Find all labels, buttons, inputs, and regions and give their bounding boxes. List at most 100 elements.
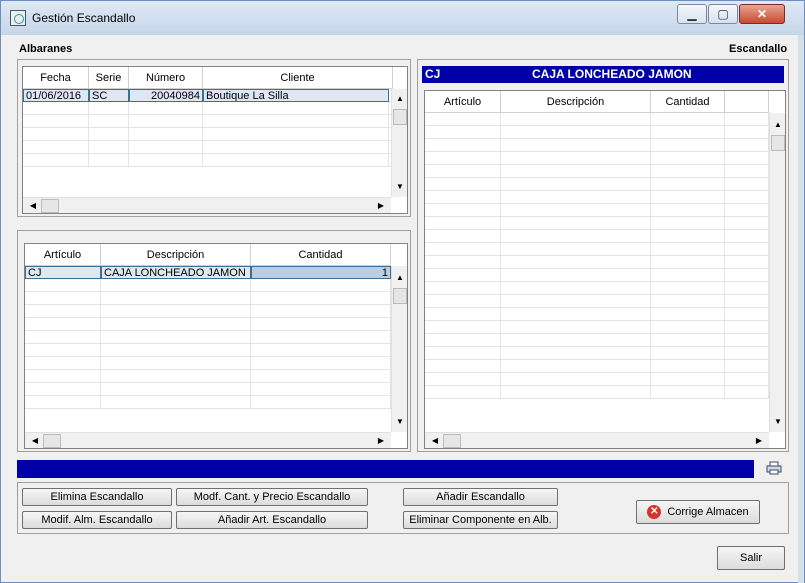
col-cliente[interactable]: Cliente (203, 67, 393, 89)
cell-cliente: Boutique La Silla (203, 89, 389, 102)
modif-alm-escandallo-button[interactable]: Modif. Alm. Escandallo (22, 511, 172, 529)
cell-cantidad: 1 (251, 266, 391, 279)
albaranes-frame: Fecha Serie Número Cliente 01/06/2016 SC… (17, 59, 411, 217)
escandallo-vscroll[interactable]: ▲ ▼ (769, 113, 785, 432)
col-cantidad[interactable]: Cantidad (251, 244, 391, 266)
cell-articulo: CJ (25, 266, 101, 279)
albaranes-grid-body: 01/06/2016 SC 20040984 Boutique La Silla (23, 89, 407, 213)
close-window-button[interactable]: ✕ (739, 4, 785, 24)
elimina-escandallo-button[interactable]: Elimina Escandallo (22, 488, 172, 506)
table-row[interactable]: 01/06/2016 SC 20040984 Boutique La Silla (23, 89, 407, 102)
minimize-button[interactable]: ▁ (677, 4, 707, 24)
scroll-left-icon[interactable]: ◀ (25, 198, 41, 213)
scroll-thumb[interactable] (393, 288, 407, 304)
close-circle-icon: ✕ (647, 505, 662, 520)
scroll-up-icon[interactable]: ▲ (392, 270, 407, 286)
window-title: Gestión Escandallo (32, 11, 136, 25)
table-row (425, 308, 785, 321)
table-row (425, 217, 785, 230)
table-row[interactable]: CJ CAJA LONCHEADO JAMON 1 (25, 266, 407, 279)
window-edge (798, 35, 804, 583)
anadir-escandallo-button[interactable]: Añadir Escandallo (403, 488, 558, 506)
scroll-right-icon[interactable]: ▶ (373, 198, 389, 213)
col-serie[interactable]: Serie (89, 67, 129, 89)
escandallo-label: Escandallo (729, 43, 788, 55)
table-row (425, 126, 785, 139)
anadir-art-escandallo-button[interactable]: Añadir Art. Escandallo (176, 511, 368, 529)
table-row (23, 141, 407, 154)
table-row (425, 204, 785, 217)
lineas-vscroll[interactable]: ▲ ▼ (391, 266, 407, 432)
table-row (425, 256, 785, 269)
table-row (425, 269, 785, 282)
escandallo-name: CAJA LONCHEADO JAMON (532, 67, 692, 81)
albaranes-vscroll[interactable]: ▲ ▼ (391, 89, 407, 197)
table-row (425, 230, 785, 243)
col-numero[interactable]: Número (129, 67, 203, 89)
lineas-grid[interactable]: Artículo Descripción Cantidad CJ CAJA LO… (24, 243, 408, 449)
cell-numero: 20040984 (129, 89, 203, 102)
app-icon (10, 10, 26, 26)
table-row (425, 360, 785, 373)
table-row (25, 305, 407, 318)
scroll-right-icon[interactable]: ▶ (751, 433, 767, 448)
table-row (425, 113, 785, 126)
albaranes-grid-header: Fecha Serie Número Cliente (23, 67, 393, 89)
table-row (23, 115, 407, 128)
main-window: Gestión Escandallo ▁ ▢ ✕ Albaranes Escan… (0, 0, 805, 583)
table-row (425, 243, 785, 256)
col-articulo[interactable]: Artículo (25, 244, 101, 266)
table-row (425, 165, 785, 178)
scroll-thumb[interactable] (41, 199, 59, 213)
col-descripcion[interactable]: Descripción (101, 244, 251, 266)
table-row (425, 282, 785, 295)
salir-button[interactable]: Salir (717, 546, 785, 570)
lineas-grid-body: CJ CAJA LONCHEADO JAMON 1 (25, 266, 407, 448)
corrige-almacen-button[interactable]: ✕ Corrige Almacen (636, 500, 760, 524)
scroll-down-icon[interactable]: ▼ (392, 179, 407, 195)
scroll-left-icon[interactable]: ◀ (27, 433, 43, 448)
table-row (25, 331, 407, 344)
scroll-down-icon[interactable]: ▼ (392, 414, 407, 430)
albaranes-hscroll[interactable]: ◀ ▶ (23, 197, 391, 213)
table-row (25, 344, 407, 357)
escandallo-hscroll[interactable]: ◀ ▶ (425, 432, 769, 448)
escandallo-grid-body (425, 113, 785, 448)
table-row (25, 318, 407, 331)
scroll-up-icon[interactable]: ▲ (770, 117, 785, 133)
scroll-thumb[interactable] (393, 109, 407, 125)
cell-fecha: 01/06/2016 (23, 89, 89, 102)
table-row (425, 347, 785, 360)
albaranes-grid[interactable]: Fecha Serie Número Cliente 01/06/2016 SC… (22, 66, 408, 214)
printer-icon[interactable] (765, 461, 783, 475)
modif-cant-precio-button[interactable]: Modf. Cant. y Precio Escandallo (176, 488, 368, 506)
scroll-thumb[interactable] (771, 135, 785, 151)
col-cantidad[interactable]: Cantidad (651, 91, 725, 113)
title-bar: Gestión Escandallo ▁ ▢ ✕ (1, 1, 804, 35)
lineas-hscroll[interactable]: ◀ ▶ (25, 432, 391, 448)
progress-bar (17, 460, 754, 478)
albaranes-label: Albaranes (19, 43, 73, 55)
col-fecha[interactable]: Fecha (23, 67, 89, 89)
table-row (425, 139, 785, 152)
scroll-thumb[interactable] (443, 434, 461, 448)
table-row (425, 178, 785, 191)
corrige-almacen-label: Corrige Almacen (667, 506, 749, 518)
escandallo-grid[interactable]: Artículo Descripción Cantidad ▲ ▼ ◀ ▶ (424, 90, 786, 449)
scroll-up-icon[interactable]: ▲ (392, 91, 407, 107)
table-row (425, 373, 785, 386)
table-row (425, 386, 785, 399)
table-row (25, 279, 407, 292)
col-extra[interactable] (725, 91, 769, 113)
col-articulo[interactable]: Artículo (425, 91, 501, 113)
maximize-button[interactable]: ▢ (708, 4, 738, 24)
scroll-right-icon[interactable]: ▶ (373, 433, 389, 448)
cell-serie: SC (89, 89, 129, 102)
escandallo-grid-header: Artículo Descripción Cantidad (425, 91, 769, 113)
scroll-thumb[interactable] (43, 434, 61, 448)
eliminar-componente-button[interactable]: Eliminar Componente en Alb. (403, 511, 558, 529)
scroll-down-icon[interactable]: ▼ (770, 414, 785, 430)
escandallo-frame: CJ CAJA LONCHEADO JAMON Artículo Descrip… (417, 59, 789, 452)
scroll-left-icon[interactable]: ◀ (427, 433, 443, 448)
col-descripcion[interactable]: Descripción (501, 91, 651, 113)
